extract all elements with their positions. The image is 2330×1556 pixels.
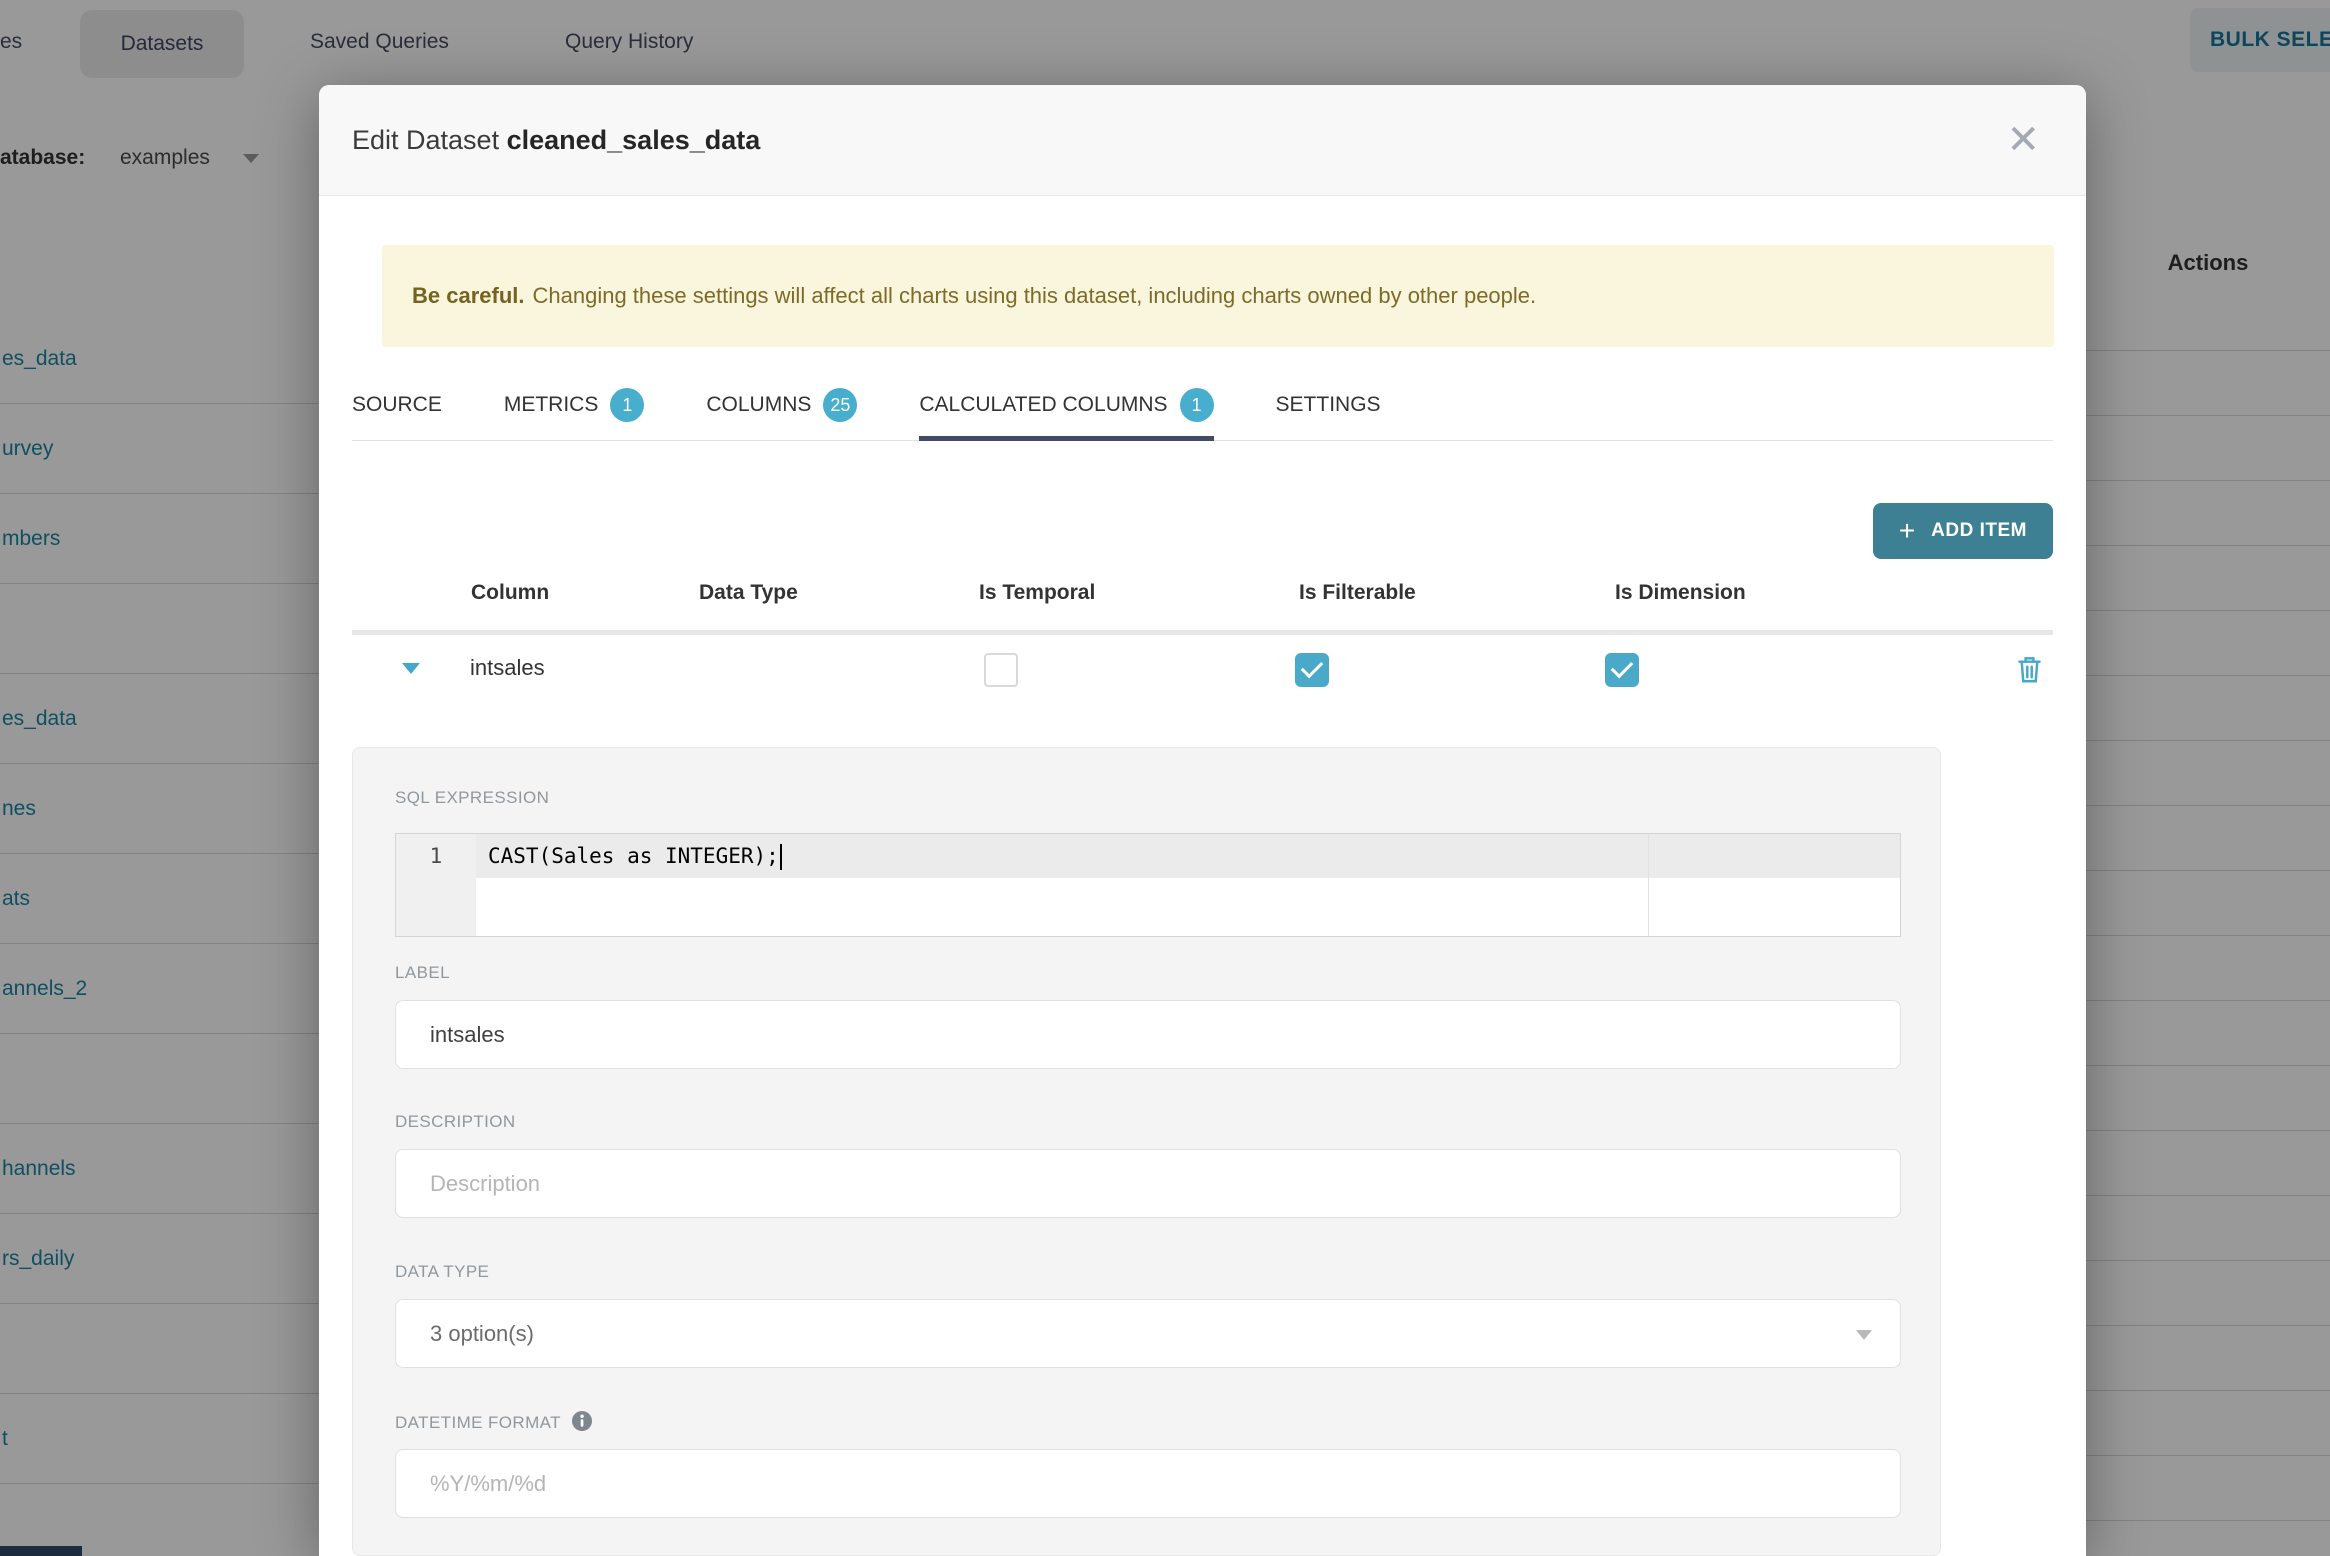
screen: es Datasets Saved Queries Query History … [0, 0, 2330, 1556]
tab-settings[interactable]: SETTINGS [1276, 370, 1381, 440]
info-icon[interactable] [571, 1410, 593, 1437]
modal-header: Edit Dataset cleaned_sales_data ✕ [319, 85, 2086, 196]
modal-title-prefix: Edit Dataset [352, 125, 500, 155]
description-input[interactable] [395, 1149, 1901, 1218]
data-type-field-label: DATA TYPE [395, 1262, 490, 1281]
modal-tabs: SOURCE METRICS 1 COLUMNS 25 CALCULATED C… [352, 370, 2053, 441]
sql-expression-label: SQL EXPRESSION [395, 788, 550, 807]
label-input[interactable] [395, 1000, 1901, 1069]
expanded-column-panel: SQL EXPRESSION 1 CAST(Sales as INTEGER);… [352, 747, 1941, 1556]
modal-title: Edit Dataset cleaned_sales_data [352, 85, 760, 195]
close-button[interactable]: ✕ [2006, 85, 2040, 195]
header-is-filterable: Is Filterable [1299, 581, 1416, 604]
checkbox-is-dimension[interactable] [1605, 653, 1639, 687]
plus-icon: + [1898, 515, 1916, 546]
header-data-type: Data Type [699, 581, 798, 604]
delete-row-button[interactable] [2016, 655, 2043, 689]
datetime-format-input[interactable] [395, 1449, 1901, 1518]
datetime-format-field-label: DATETIME FORMAT [395, 1410, 593, 1437]
tab-metrics[interactable]: METRICS 1 [504, 370, 645, 440]
data-type-select-value: 3 option(s) [430, 1320, 534, 1346]
tab-columns[interactable]: COLUMNS 25 [706, 370, 858, 440]
calculated-column-row: intsales [319, 635, 2086, 705]
tab-badge: 25 [823, 388, 858, 422]
editor-line-number: 1 [429, 844, 443, 868]
add-item-button[interactable]: + ADD ITEM [1872, 503, 2053, 559]
tab-source[interactable]: SOURCE [352, 370, 442, 440]
add-item-label: ADD ITEM [1931, 520, 2027, 541]
description-field-label: DESCRIPTION [395, 1112, 516, 1131]
close-icon: ✕ [2006, 118, 2040, 162]
column-name-cell: intsales [470, 655, 545, 680]
trash-icon [2018, 657, 2041, 683]
checkbox-is-filterable[interactable] [1295, 653, 1329, 687]
editor-code-line: CAST(Sales as INTEGER); [488, 834, 782, 878]
edit-dataset-modal: Edit Dataset cleaned_sales_data ✕ Be car… [319, 85, 2086, 1556]
data-type-select[interactable]: 3 option(s) [395, 1299, 1901, 1368]
sql-editor[interactable]: 1 CAST(Sales as INTEGER); [395, 833, 1901, 937]
tab-badge: 1 [610, 388, 645, 422]
modal-title-dataset-name: cleaned_sales_data [506, 125, 761, 155]
editor-cursor [779, 844, 782, 870]
tab-calculated-columns[interactable]: CALCULATED COLUMNS 1 [919, 370, 1214, 441]
warning-banner-text: Changing these settings will affect all … [532, 283, 1537, 308]
row-expand-caret-icon[interactable] [402, 663, 420, 674]
warning-banner: Be careful. Changing these settings will… [382, 245, 2054, 347]
checkbox-is-temporal[interactable] [984, 653, 1018, 687]
editor-print-margin [1648, 834, 1649, 936]
header-column: Column [471, 581, 550, 604]
chevron-down-icon [1856, 1330, 1872, 1340]
header-is-dimension: Is Dimension [1615, 581, 1746, 604]
tab-badge: 1 [1179, 388, 1214, 422]
header-is-temporal: Is Temporal [979, 581, 1096, 604]
label-field-label: LABEL [395, 963, 450, 982]
warning-banner-bold: Be careful. [412, 283, 525, 308]
